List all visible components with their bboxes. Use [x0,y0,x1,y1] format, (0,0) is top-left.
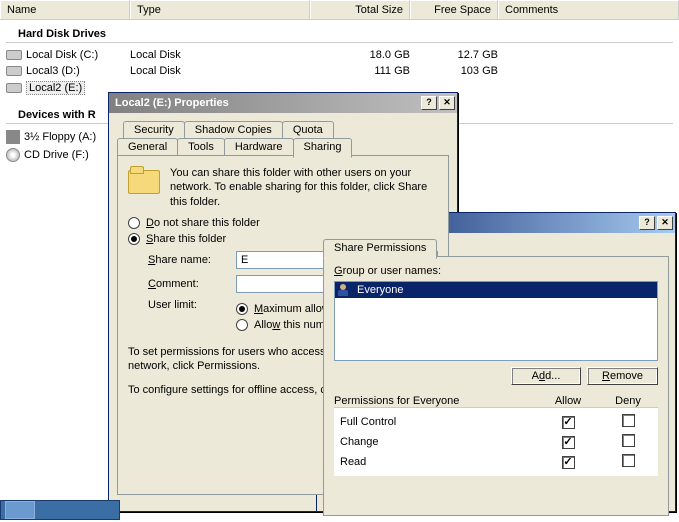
radio-icon [236,319,248,331]
deny-change-checkbox[interactable] [622,434,635,447]
drive-row[interactable]: Local Disk (C:) Local Disk 18.0 GB 12.7 … [0,47,679,63]
col-comments[interactable]: Comments [498,0,679,19]
disk-icon [6,50,22,60]
deny-header: Deny [598,395,658,407]
disk-icon [6,83,22,93]
floppy-icon [6,130,20,144]
tab-sharing[interactable]: Sharing [293,138,353,158]
drive-name: Local3 (D:) [26,65,80,77]
users-listbox[interactable]: Everyone [334,281,658,361]
group-label: Group or user names: [334,265,658,277]
taskbar-button[interactable] [5,501,35,519]
user-name: Everyone [357,284,403,296]
remove-button[interactable]: Remove [587,367,658,385]
perm-row-read: Read [334,452,658,472]
col-name[interactable]: Name [0,0,130,19]
allow-header: Allow [538,395,598,407]
add-button[interactable]: Add... [511,367,581,385]
tab-quota[interactable]: Quota [282,121,334,138]
tab-share-permissions[interactable]: Share Permissions [323,239,437,259]
user-limit-label: User limit: [148,299,228,311]
deny-full-control-checkbox[interactable] [622,414,635,427]
drive-free: 103 GB [410,65,498,77]
allow-read-checkbox[interactable] [562,456,575,469]
radio-icon [128,233,140,245]
column-headers: Name Type Total Size Free Space Comments [0,0,679,20]
people-icon [337,283,353,297]
section-hard-disk: Hard Disk Drives [6,20,673,43]
col-free[interactable]: Free Space [410,0,498,19]
help-button[interactable]: ? [421,96,437,110]
radio-icon [236,303,248,315]
perm-label: Change [334,436,538,448]
permissions-for-label: Permissions for Everyone [334,395,538,407]
drive-type: Local Disk [130,49,310,61]
tab-tools[interactable]: Tools [177,138,225,156]
comment-label: Comment: [148,278,228,290]
allow-change-checkbox[interactable] [562,436,575,449]
help-button[interactable]: ? [639,216,655,230]
user-everyone[interactable]: Everyone [335,282,657,298]
permissions-dialog: Permissions for E ? ✕ Share Permissions … [316,212,676,512]
allow-full-control-checkbox[interactable] [562,416,575,429]
tab-hardware[interactable]: Hardware [224,138,294,156]
close-button[interactable]: ✕ [439,96,455,110]
drive-row[interactable]: Local3 (D:) Local Disk 111 GB 103 GB [0,63,679,79]
col-size[interactable]: Total Size [310,0,410,19]
taskbar-fragment [0,500,120,520]
disk-icon [6,66,22,76]
drive-name: 3½ Floppy (A:) [24,131,96,143]
drive-name: CD Drive (F:) [24,149,89,161]
close-button[interactable]: ✕ [657,216,673,230]
properties-titlebar[interactable]: Local2 (E:) Properties ? ✕ [109,93,457,113]
share-name-label: Share name: [148,254,228,266]
radio-icon [128,217,140,229]
share-permissions-panel: Group or user names: Everyone Add... Rem… [323,256,669,516]
perm-row-full-control: Full Control [334,412,658,432]
perm-label: Full Control [334,416,538,428]
drive-size: 111 GB [310,65,410,77]
intro-text: You can share this folder with other use… [170,166,438,209]
tab-security[interactable]: Security [123,121,185,138]
perm-row-change: Change [334,432,658,452]
tab-general[interactable]: General [117,138,178,156]
shared-folder-icon [128,166,160,194]
tab-shadow-copies[interactable]: Shadow Copies [184,121,283,138]
drive-free: 12.7 GB [410,49,498,61]
drive-name: Local Disk (C:) [26,49,98,61]
col-type[interactable]: Type [130,0,310,19]
drive-type: Local Disk [130,65,310,77]
deny-read-checkbox[interactable] [622,454,635,467]
cd-icon [6,148,20,162]
radio-do-not-share[interactable]: Do not share this folder [128,217,438,229]
perm-label: Read [334,456,538,468]
dialog-title: Local2 (E:) Properties [115,97,419,109]
drive-size: 18.0 GB [310,49,410,61]
drive-name: Local2 (E:) [26,81,85,95]
